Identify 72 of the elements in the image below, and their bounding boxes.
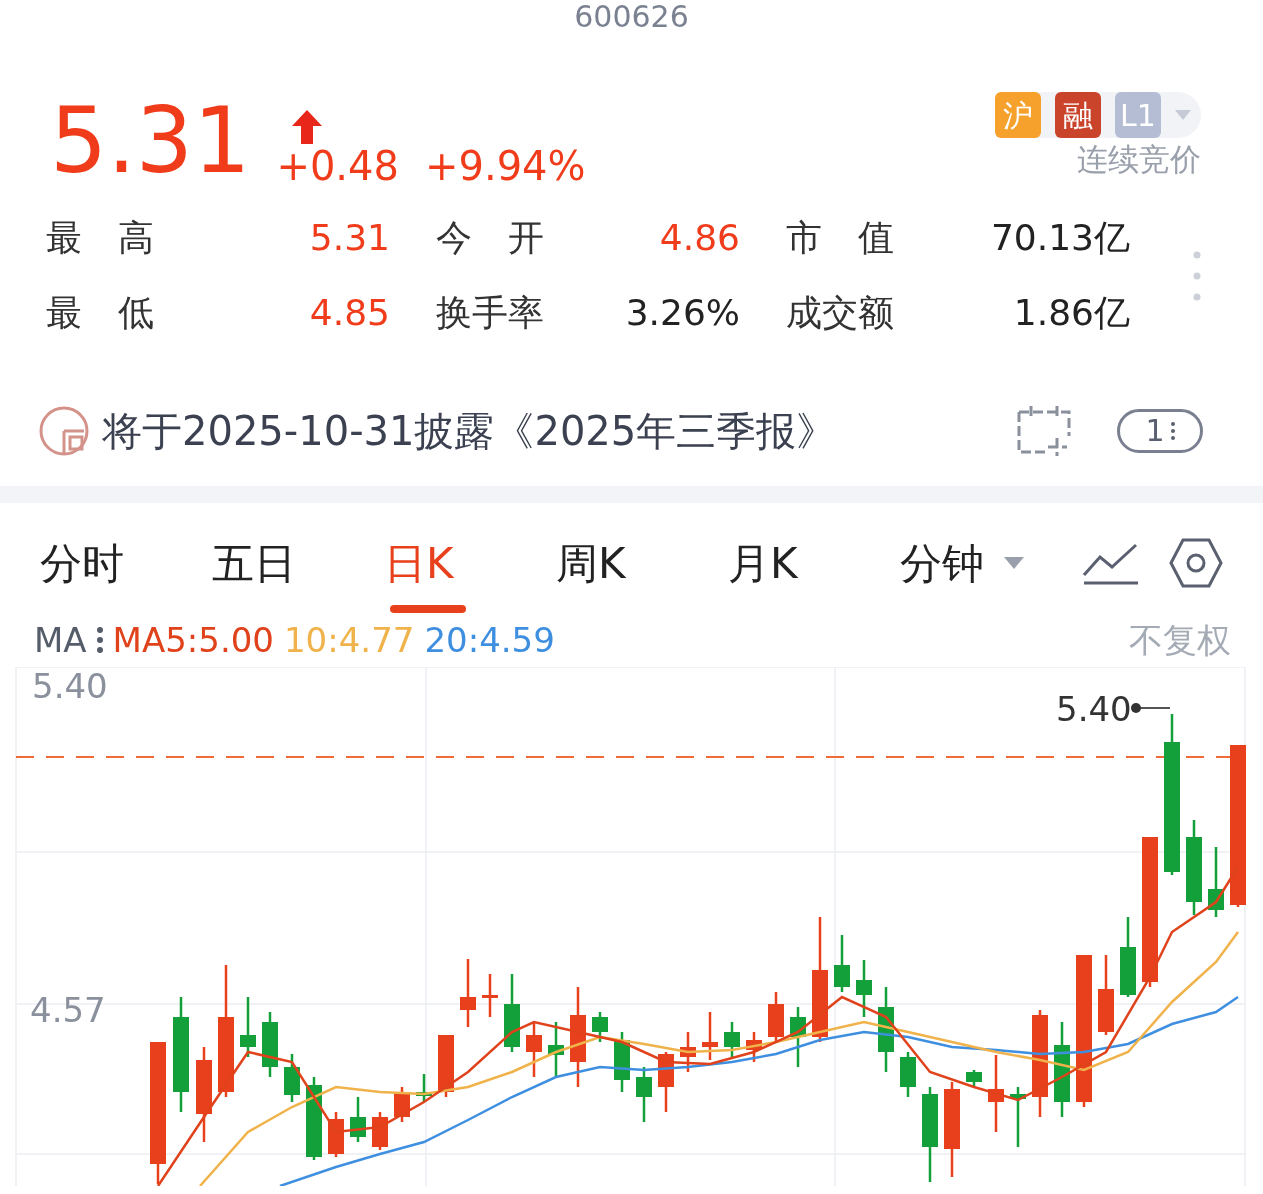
axis-label: 4.57 [30,993,106,1027]
candlestick [284,1054,300,1102]
vertical-dots-icon [96,627,103,653]
counter-button[interactable]: 1 [1117,409,1203,453]
candlestick [394,1087,410,1122]
stat-label: 最 低 [46,292,154,333]
stat-value: 5.31 [309,217,390,258]
candlestick [438,1035,454,1097]
stat-label: 最 高 [46,217,154,258]
candlestick [240,997,256,1057]
trading-status: 连续竞价 [1077,144,1201,175]
candlestick [768,992,784,1042]
report-notice[interactable]: 将于2025-10-31披露《2025年三季报》 [102,401,837,461]
candlestick [834,935,850,992]
candlestick [790,1007,806,1067]
moving-average-value: 20:4.59 [424,623,555,657]
candlestick [350,1097,366,1142]
candlestick [614,1032,630,1092]
candlestick [526,1022,542,1077]
chart-tab[interactable]: 分钟 [900,513,1072,613]
candlestick [746,1032,762,1062]
market-tag: 融 [1055,92,1101,138]
calendar-add-icon[interactable] [1017,406,1071,456]
candlestick [548,1022,564,1077]
max-price-label: 5.40 [1056,692,1132,726]
line-chart-icon[interactable] [1082,541,1140,585]
candlestick [592,1012,608,1042]
candlestick [702,1012,718,1060]
candlestick [372,1112,388,1150]
stat-value: 4.86 [659,217,740,258]
stat-label: 市 值 [786,217,894,258]
market-tag: L1 [1115,92,1161,138]
ma-label: MA [34,623,87,657]
candlestick [856,960,872,1017]
candlestick [262,1012,278,1077]
market-tag: 沪 [995,92,1041,138]
chart-tab[interactable]: 日K [384,513,556,613]
stat-value: 4.85 [309,292,390,333]
candlestick [724,1022,740,1057]
price-change: +0.48 [276,146,399,186]
candlestick [636,1067,652,1122]
stat-value: 3.26% [625,292,740,333]
stock-code: 600626 [574,2,689,32]
change-percent: +9.94% [424,146,586,186]
moving-average-value: 10:4.77 [284,623,415,657]
stat-label: 今 开 [436,217,544,258]
candlestick [900,1052,916,1097]
settings-icon[interactable] [1169,538,1223,588]
chart-tab[interactable]: 五日 [212,513,384,613]
stat-value: 1.86亿 [1013,292,1130,333]
chart-tab[interactable]: 分时 [40,513,212,613]
axis-label: 5.40 [32,669,108,703]
candlestick [966,1070,982,1087]
stat-value: 70.13亿 [990,217,1130,258]
candlestick [416,1074,432,1102]
candlestick [1010,1087,1026,1147]
current-price: 5.31 [50,96,251,186]
stat-label: 成交额 [786,292,894,333]
candlestick [460,959,476,1027]
leader-line [1131,703,1171,713]
candlestick [680,1032,696,1072]
stat-label: 换手率 [436,292,544,333]
up-arrow-icon [292,110,323,144]
chart-tab[interactable]: 月K [728,513,900,613]
report-icon [38,405,90,457]
candlestick [658,1052,674,1112]
vertical-dots-icon [1170,421,1175,441]
candlestick [482,974,498,1017]
moving-average-value: MA5:5.00 [112,623,274,657]
chart-tab[interactable]: 周K [556,513,728,613]
candlestick [328,1112,344,1157]
candlestick [1208,847,1224,917]
